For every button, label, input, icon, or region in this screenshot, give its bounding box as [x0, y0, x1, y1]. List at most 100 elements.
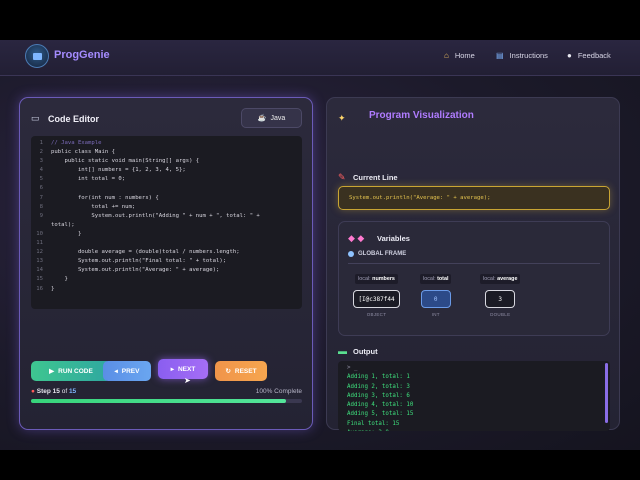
line-number: 2	[39, 149, 43, 156]
var-value-box: 0	[420, 290, 451, 308]
progress-fill	[31, 399, 286, 403]
line-text: // Java Example	[51, 140, 102, 146]
line-number: 4	[39, 167, 43, 174]
pin-icon: ✎	[338, 172, 346, 182]
step-indicator: ● Step 15 of 15 100% Complete	[31, 388, 302, 395]
line-text: }	[51, 230, 82, 237]
line-number: 7	[39, 194, 43, 201]
book-icon: ▤	[496, 51, 504, 60]
next-label: NEXT	[177, 365, 196, 373]
terminal-icon: ▬	[338, 346, 347, 356]
visualization-panel: ✦ Program Visualization ✎ Current Line S…	[326, 97, 620, 431]
sparkle-icon: ✦	[338, 113, 346, 123]
code-editor-panel: ▭ Code Editor ☕ Java 1 // Java Example 2 pu…	[19, 97, 313, 430]
code-line: 14 System.out.println("Average: " + aver…	[31, 266, 302, 275]
line-text: System.out.println("Final total: " + tot…	[51, 258, 227, 265]
code-line: 16}	[31, 285, 302, 294]
line-number: 15	[36, 276, 43, 283]
prev-icon: ◂	[114, 368, 118, 375]
step-current: 15	[52, 388, 60, 395]
code-line: 8 total += num;	[31, 203, 302, 212]
var-numbers[interactable]: local: numbers [I@c387f44 OBJECT	[353, 274, 400, 317]
var-type: OBJECT	[366, 312, 387, 317]
output-line: Adding 2, total: 3	[347, 383, 410, 390]
reset-icon: ↻	[225, 368, 231, 375]
prev-button[interactable]: ◂ PREV	[103, 361, 151, 381]
top-nav: ProgGenie ⌂ Home ▤ Instructions ● Feedba…	[0, 40, 640, 76]
var-scope: local:	[483, 276, 496, 282]
line-number: 5	[39, 176, 43, 183]
next-icon: ▸	[170, 366, 174, 373]
output-console[interactable]: > _ Adding 1, total: 1 Adding 2, total: 3 A…	[338, 361, 610, 431]
nav-feedback[interactable]: ● Feedback	[567, 51, 611, 60]
frame-label-text: GLOBAL FRAME	[358, 251, 407, 257]
reset-label: RESET	[234, 367, 257, 375]
var-name: local: total	[420, 274, 452, 284]
variables-card: ◆ ◆ Variables GLOBAL FRAME local: number…	[338, 221, 610, 336]
code-line: 15 }	[31, 275, 302, 284]
next-button[interactable]: ▸ NEXT	[158, 359, 208, 379]
code-line: 12 double average = (double)total / numb…	[31, 248, 302, 257]
chat-bubble-icon: ●	[567, 51, 572, 60]
step-total: 15	[68, 388, 77, 395]
line-text: public class Main {	[51, 149, 115, 156]
var-average[interactable]: local: average 3 DOUBLE	[480, 274, 521, 317]
current-line-title: Current Line	[353, 173, 398, 182]
run-code-button[interactable]: ▶ RUN CODE	[31, 361, 111, 381]
nav-instructions[interactable]: ▤ Instructions	[496, 51, 548, 60]
reset-button[interactable]: ↻ RESET	[215, 361, 267, 381]
line-number	[31, 221, 51, 230]
language-selector[interactable]: ☕ Java	[241, 108, 302, 128]
run-code-label: RUN CODE	[58, 367, 93, 375]
play-icon: ▶	[49, 368, 55, 375]
line-number: 1	[39, 140, 43, 146]
logo-icon[interactable]	[25, 44, 49, 68]
visualization-title: Program Visualization	[369, 110, 474, 121]
var-name-text: numbers	[372, 276, 395, 282]
line-number: 13	[36, 258, 43, 265]
prev-label: PREV	[121, 367, 140, 375]
var-name: local: numbers	[355, 274, 398, 284]
line-text: System.out.println("Average: " + average…	[51, 267, 220, 274]
code-line: 1 // Java Example	[31, 139, 302, 148]
code-line: 9 System.out.println("Adding " + num + "…	[31, 212, 302, 221]
home-icon: ⌂	[444, 51, 449, 60]
code-line: 6	[31, 184, 302, 193]
output-line: Final total: 15	[347, 420, 400, 427]
var-type: DOUBLE	[490, 312, 511, 317]
var-name: local: average	[480, 274, 521, 284]
variables-icon: ◆ ◆	[348, 233, 365, 243]
line-number: 8	[39, 203, 43, 210]
var-scope: local:	[423, 276, 436, 282]
line-text: }	[51, 285, 55, 292]
laptop-icon: ▭	[31, 113, 40, 123]
output-line: Adding 3, total: 6	[347, 392, 410, 399]
nav-instructions-label: Instructions	[509, 51, 548, 60]
var-name-text: total	[437, 276, 449, 282]
output-line: > _	[347, 365, 358, 371]
nav-home-label: Home	[454, 51, 475, 60]
frame-dot-icon	[348, 251, 354, 257]
var-scope: local:	[358, 276, 371, 282]
code-line: 11	[31, 239, 302, 248]
percent-complete: 100% Complete	[255, 388, 302, 395]
coffee-icon: ☕	[257, 115, 267, 122]
output-line: Adding 4, total: 10	[347, 402, 414, 409]
output-line: Adding 1, total: 1	[347, 374, 410, 381]
variables-title: Variables	[377, 234, 410, 243]
line-text: public static void main(String[] args) {	[51, 158, 200, 165]
line-text: int[] numbers = {1, 2, 3, 4, 5};	[51, 167, 186, 174]
line-number: 12	[36, 249, 43, 256]
var-total[interactable]: local: total 0 INT	[420, 274, 452, 317]
output-scrollbar[interactable]	[605, 363, 608, 423]
brand-name[interactable]: ProgGenie	[54, 49, 110, 61]
line-number: 16	[36, 285, 43, 292]
global-frame-label: GLOBAL FRAME	[348, 251, 406, 257]
current-line-box: System.out.println("Average: " + average…	[338, 186, 610, 210]
language-label: Java	[270, 114, 286, 122]
code-line: 4 int[] numbers = {1, 2, 3, 4, 5};	[31, 166, 302, 175]
app-stage: ProgGenie ⌂ Home ▤ Instructions ● Feedba…	[0, 40, 640, 450]
var-type: INT	[431, 312, 440, 317]
code-area[interactable]: 1// Java Example 2 public class Main {3 pu…	[31, 136, 302, 309]
nav-home[interactable]: ⌂ Home	[444, 51, 475, 60]
